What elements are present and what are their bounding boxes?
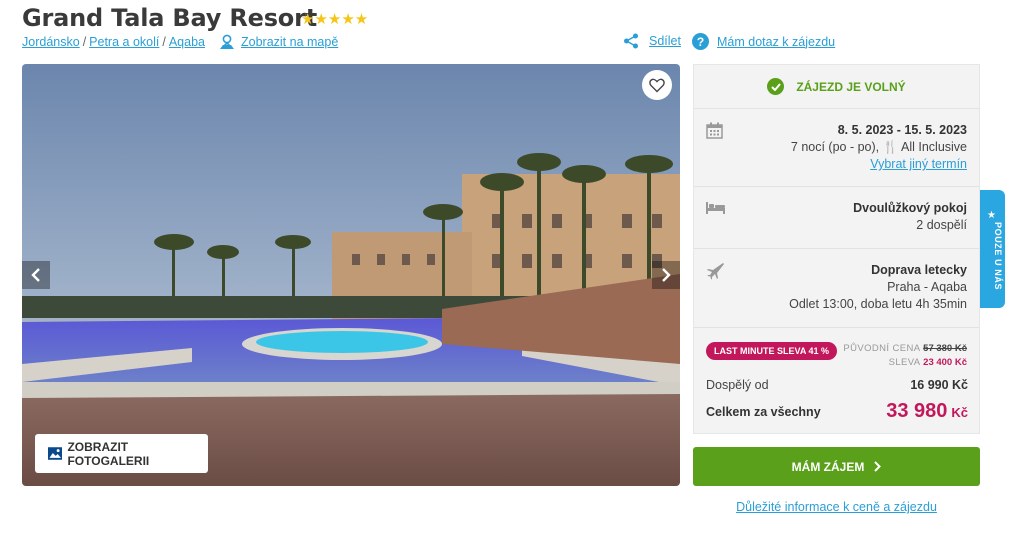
room-section: Dvoulůžkový pokoj 2 dospělí	[694, 187, 979, 249]
change-term-link[interactable]: Vybrat jiný termín	[870, 157, 967, 171]
question-icon: ?	[692, 33, 709, 50]
exclusive-label: POUZE U NÁS	[993, 222, 1003, 291]
show-map-link[interactable]: Zobrazit na mapě	[219, 34, 338, 50]
flight-departure: Odlet 13:00, doba letu 4h 35min	[789, 297, 967, 311]
trip-dates: 8. 5. 2023 - 15. 5. 2023	[837, 123, 967, 137]
transport-section: Doprava letecky Praha - Aqaba Odlet 13:0…	[694, 249, 979, 328]
room-type: Dvoulůžkový pokoj	[853, 201, 967, 215]
board-type: All Inclusive	[901, 140, 967, 154]
total-price-value: 33 980	[886, 400, 948, 422]
original-price-block: PŮVODNÍ CENA 57 380 Kč SLEVA 23 400 Kč	[843, 342, 967, 370]
image-icon	[48, 447, 63, 460]
availability-label: ZÁJEZD JE VOLNÝ	[796, 79, 906, 94]
favorite-button[interactable]	[642, 70, 672, 100]
resort-photo-image	[22, 64, 680, 486]
airplane-icon	[707, 263, 724, 280]
price-info-link-wrap: Důležité informace k ceně a zájezdu	[693, 500, 980, 514]
star-icon: ★	[987, 210, 996, 221]
chevron-right-icon	[874, 461, 882, 472]
calendar-icon	[706, 122, 723, 139]
breadcrumb-city[interactable]: Aqaba	[169, 35, 205, 49]
star-rating: ★★★★★	[301, 11, 369, 28]
total-price-row: Celkem za všechny 33 980 Kč	[706, 400, 968, 423]
hotel-photo: ZOBRAZIT FOTOGALERII	[22, 64, 680, 486]
adult-price-row: Dospělý od 16 990 Kč	[706, 378, 968, 392]
share-label[interactable]: Sdílet	[649, 34, 681, 48]
chevron-left-icon	[31, 268, 40, 282]
exclusive-side-tab[interactable]: ★ POUZE U NÁS	[980, 190, 1005, 308]
trip-nights: 7 nocí (po - po),	[790, 140, 880, 154]
interest-label: MÁM ZÁJEM	[791, 459, 865, 474]
price-info-link[interactable]: Důležité informace k ceně a zájezdu	[736, 500, 937, 514]
share-icon	[624, 33, 638, 49]
availability-status: ZÁJEZD JE VOLNÝ	[694, 65, 979, 109]
chevron-right-icon	[662, 268, 671, 282]
discount-value: 23 400 Kč	[923, 357, 967, 368]
total-price-currency: Kč	[951, 405, 968, 420]
transport-type: Doprava letecky	[871, 263, 967, 277]
flight-route: Praha - Aqaba	[887, 280, 967, 294]
room-guests: 2 dospělí	[916, 218, 967, 232]
gallery-prev-button[interactable]	[22, 261, 50, 289]
breadcrumb-country[interactable]: Jordánsko	[22, 35, 80, 49]
fork-knife-icon: 🍴	[882, 140, 899, 154]
show-gallery-button[interactable]: ZOBRAZIT FOTOGALERII	[35, 434, 208, 473]
original-price: 57 380 Kč	[923, 343, 967, 354]
ask-question-button[interactable]: ? Mám dotaz k zájezdu	[692, 33, 835, 50]
adult-price-label: Dospělý od	[706, 378, 769, 392]
original-price-label: PŮVODNÍ CENA	[843, 343, 921, 354]
total-price-label: Celkem za všechny	[706, 404, 821, 419]
hotel-title: Grand Tala Bay Resort	[22, 4, 317, 32]
show-gallery-label: ZOBRAZIT FOTOGALERII	[67, 439, 150, 468]
share-button[interactable]: Sdílet	[623, 33, 681, 49]
breadcrumb: Jordánsko / Petra a okolí / Aqaba Zobraz…	[22, 34, 339, 50]
map-pin-icon	[220, 34, 234, 49]
term-section: 8. 5. 2023 - 15. 5. 2023 7 nocí (po - po…	[694, 110, 979, 187]
gallery-next-button[interactable]	[652, 261, 680, 289]
bed-icon	[706, 202, 725, 214]
ask-question-label[interactable]: Mám dotaz k zájezdu	[717, 35, 835, 49]
price-section: LAST MINUTE SLEVA 41 % PŮVODNÍ CENA 57 3…	[694, 328, 979, 434]
interest-button[interactable]: MÁM ZÁJEM	[693, 447, 980, 486]
breadcrumb-region[interactable]: Petra a okolí	[89, 35, 159, 49]
last-minute-badge: LAST MINUTE SLEVA 41 %	[706, 342, 838, 360]
show-map-label[interactable]: Zobrazit na mapě	[241, 35, 338, 49]
check-circle-icon	[767, 78, 785, 95]
total-price: 33 980 Kč	[886, 400, 968, 423]
adult-price: 16 990 Kč	[910, 378, 968, 392]
discount-label: SLEVA	[888, 357, 921, 368]
booking-panel: ZÁJEZD JE VOLNÝ 8. 5. 2023 - 15. 5. 2023…	[693, 64, 980, 434]
heart-icon	[649, 78, 665, 92]
